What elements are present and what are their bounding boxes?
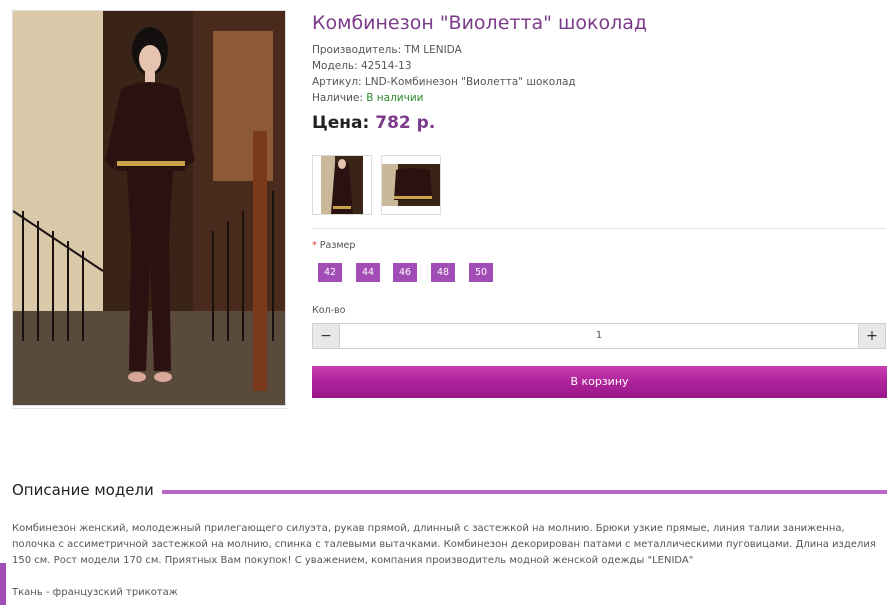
product-main-image[interactable] (12, 10, 286, 406)
quantity-input[interactable]: 1 (340, 323, 858, 349)
size-label-text: Размер (319, 240, 356, 251)
product-thumbnail-2[interactable] (381, 155, 441, 215)
sku-text: Артикул: LND-Комбинезон "Виолетта" шокол… (312, 76, 576, 88)
availability-status: В наличии (366, 92, 424, 104)
price-row: Цена: 782 р. (312, 113, 435, 133)
model-text: Модель: 42514-13 (312, 60, 412, 72)
quantity-increase-button[interactable]: + (858, 323, 886, 349)
thumbnail-image (382, 164, 440, 206)
heading-underline (162, 490, 887, 494)
product-thumbnail-1[interactable] (312, 155, 372, 215)
price-value: 782 р. (375, 113, 436, 133)
side-tab-button[interactable] (0, 563, 6, 605)
quantity-decrease-button[interactable]: − (312, 323, 340, 349)
manufacturer-text: Производитель: ТМ LENIDA (312, 44, 462, 56)
product-photo-illustration (13, 11, 285, 405)
description-heading: Описание модели (12, 481, 154, 499)
product-title: Комбинезон "Виолетта" шоколад (312, 12, 647, 34)
size-option-46[interactable]: 46 (393, 263, 417, 282)
size-label: * Размер (312, 240, 355, 251)
thumbnail-image (321, 156, 363, 214)
availability-row: Наличие: В наличии (312, 92, 423, 104)
add-to-cart-button[interactable]: В корзину (312, 366, 887, 398)
size-option-44[interactable]: 44 (356, 263, 380, 282)
price-label: Цена: (312, 113, 370, 133)
quantity-label: Кол-во (312, 305, 346, 316)
image-divider (12, 408, 288, 409)
availability-label: Наличие: (312, 92, 367, 104)
size-option-50[interactable]: 50 (469, 263, 493, 282)
section-divider (312, 228, 886, 229)
description-text: Комбинезон женский, молодежный прилегающ… (12, 523, 876, 566)
size-option-42[interactable]: 42 (318, 263, 342, 282)
fabric-text: Ткань - французский трикотаж (12, 587, 178, 598)
size-option-48[interactable]: 48 (431, 263, 455, 282)
required-mark: * (312, 240, 317, 251)
